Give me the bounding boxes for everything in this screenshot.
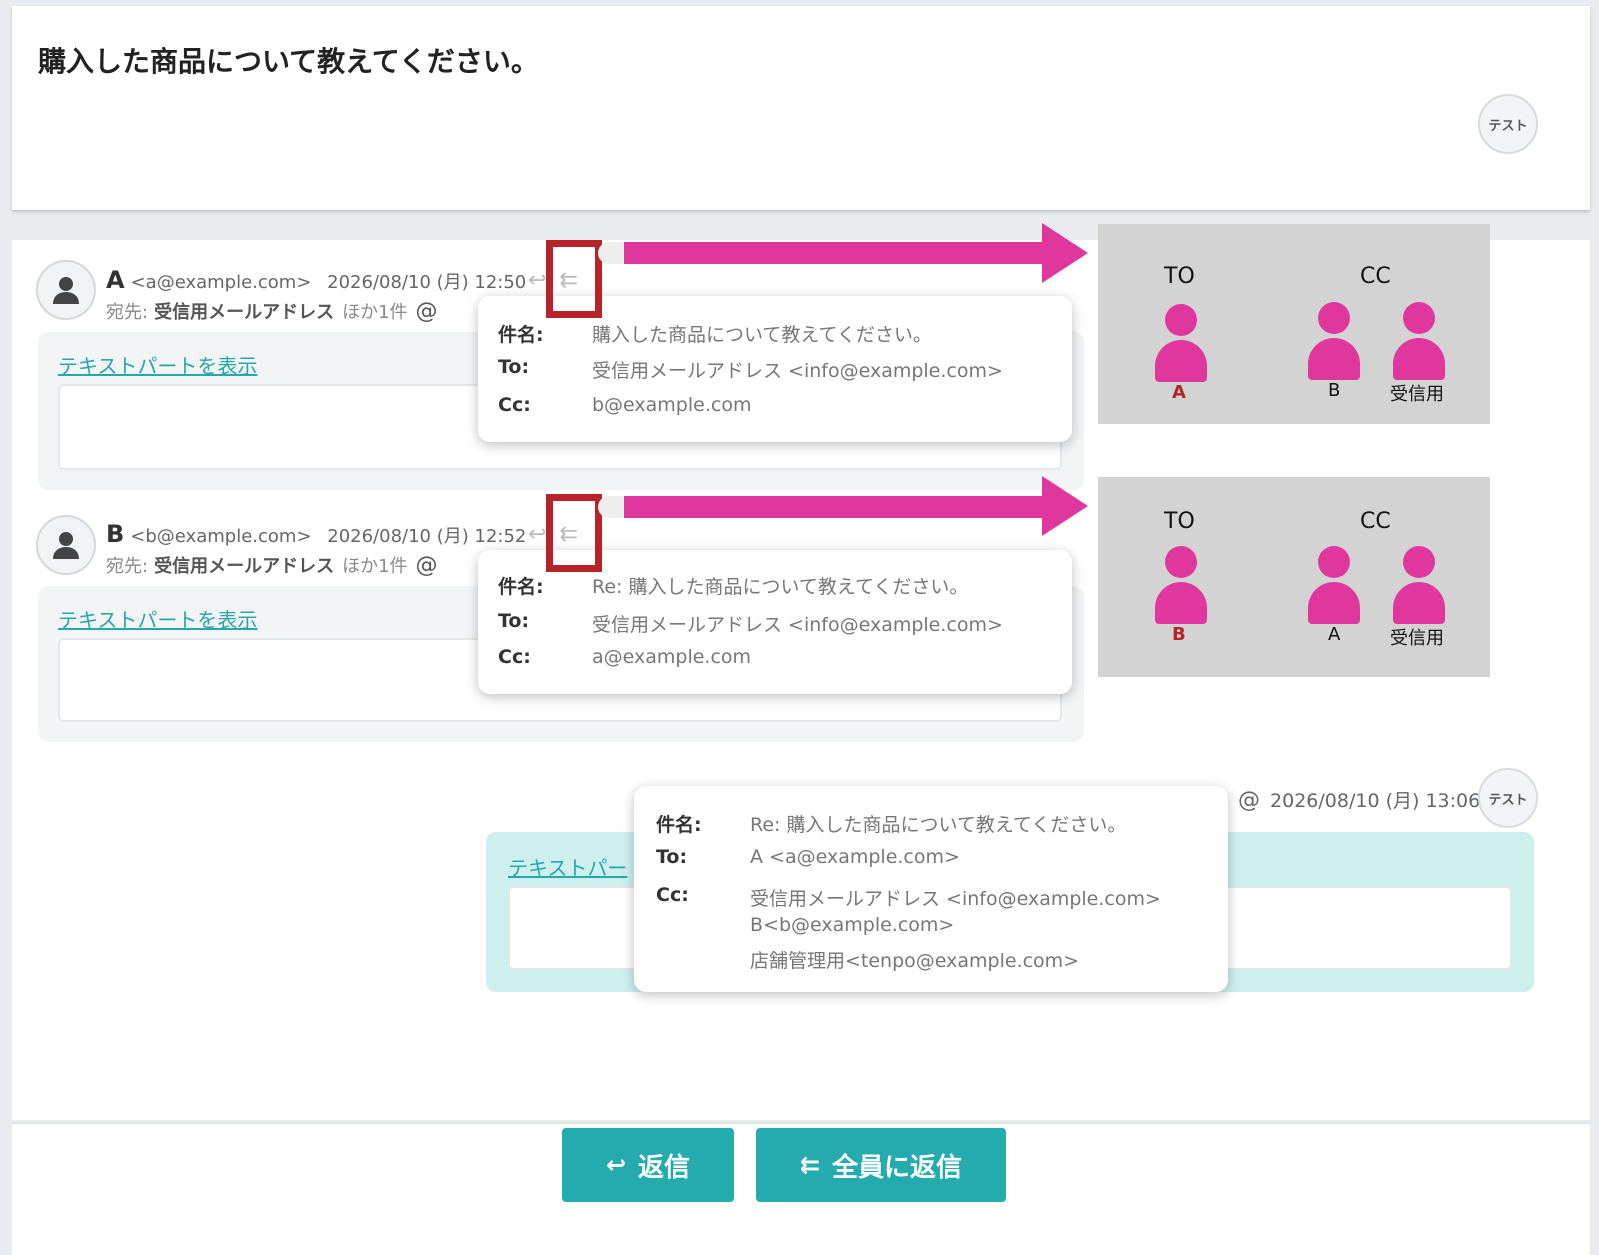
cc-header: CC bbox=[1360, 264, 1391, 289]
message-date: 2026/08/10 (月) 12:52 bbox=[327, 526, 527, 547]
to-label: To: bbox=[498, 356, 530, 378]
cc-value: a@example.com bbox=[592, 646, 752, 668]
subject-label: 件名: bbox=[656, 814, 702, 836]
arrow-head bbox=[1042, 223, 1088, 283]
highlight-frame bbox=[546, 494, 602, 572]
at-icon[interactable]: @ bbox=[416, 553, 438, 578]
subject-label: 件名: bbox=[498, 324, 544, 346]
person-icon bbox=[1308, 302, 1360, 380]
reply-button[interactable]: ↩ 返信 bbox=[562, 1128, 734, 1202]
subject-label: 件名: bbox=[498, 576, 544, 598]
own-message-meta: @ 2026/08/10 (月) 13:06 bbox=[1238, 786, 1480, 813]
person-icon bbox=[1393, 302, 1445, 380]
person-icon bbox=[1155, 546, 1207, 624]
sender-name: A bbox=[106, 266, 125, 294]
arrow-head bbox=[1042, 476, 1088, 536]
person-icon bbox=[1308, 546, 1360, 624]
to-value: 受信用メールアドレス <info@example.com> bbox=[592, 614, 1003, 636]
sender-email: <b@example.com> bbox=[130, 526, 312, 547]
recipient-name: 受信用メールアドレス bbox=[154, 302, 335, 323]
avatar bbox=[36, 260, 96, 320]
cc-value: B<b@example.com> bbox=[750, 914, 955, 936]
person-icon bbox=[1393, 546, 1445, 624]
avatar[interactable]: テスト bbox=[1478, 768, 1538, 828]
cc-value: 店舗管理用<tenpo@example.com> bbox=[750, 950, 1080, 972]
reply-icon: ↩ bbox=[605, 1151, 627, 1179]
user-icon bbox=[53, 532, 79, 559]
to-label: To: bbox=[498, 610, 530, 632]
recipient-prefix: 宛先: bbox=[106, 302, 149, 323]
sender-line: A <a@example.com> 2026/08/10 (月) 12:50 bbox=[106, 266, 526, 294]
recipient-name: 受信用メールアドレス bbox=[154, 556, 335, 577]
cc-person-label: 受信用 bbox=[1390, 384, 1444, 405]
to-value: 受信用メールアドレス <info@example.com> bbox=[592, 360, 1003, 382]
recipient-diagram: TO CC A B 受信用 bbox=[1098, 224, 1490, 424]
avatar bbox=[36, 515, 96, 575]
cc-label: Cc: bbox=[656, 884, 689, 906]
to-person-label: A bbox=[1172, 382, 1186, 403]
arrow-shaft bbox=[598, 242, 1044, 264]
recipient-diagram: TO CC B A 受信用 bbox=[1098, 477, 1490, 677]
to-label: To: bbox=[656, 846, 688, 868]
reply-button-label: 返信 bbox=[638, 1152, 691, 1183]
user-icon bbox=[53, 277, 79, 304]
at-icon[interactable]: @ bbox=[1238, 788, 1260, 813]
subject-value: Re: 購入した商品について教えてください。 bbox=[592, 576, 969, 598]
cc-header: CC bbox=[1360, 509, 1391, 534]
cc-person-label: B bbox=[1328, 380, 1341, 401]
cc-label: Cc: bbox=[498, 394, 531, 416]
subject-value: 購入した商品について教えてください。 bbox=[592, 324, 932, 346]
avatar[interactable]: テスト bbox=[1478, 94, 1538, 154]
sender-email: <a@example.com> bbox=[130, 272, 312, 293]
reply-icon[interactable]: ↩ bbox=[528, 268, 546, 293]
person-icon bbox=[1155, 304, 1207, 382]
cc-value: 受信用メールアドレス <info@example.com> bbox=[750, 888, 1161, 910]
reply-icon[interactable]: ↩ bbox=[528, 522, 546, 547]
message-date: 2026/08/10 (月) 12:50 bbox=[327, 272, 527, 293]
show-text-link[interactable]: テキストパートを表示 bbox=[58, 604, 257, 633]
highlight-frame bbox=[546, 240, 602, 318]
reply-all-button-label: 全員に返信 bbox=[832, 1152, 963, 1183]
message-date: 2026/08/10 (月) 13:06 bbox=[1270, 790, 1481, 812]
cc-label: Cc: bbox=[498, 646, 531, 668]
recipient-line[interactable]: 宛先: 受信用メールアドレス ほか1件 @ bbox=[106, 298, 438, 324]
reply-all-icon: ⇇ bbox=[799, 1151, 821, 1179]
subject-value: Re: 購入した商品について教えてください。 bbox=[750, 814, 1127, 836]
cc-value: b@example.com bbox=[592, 394, 752, 416]
to-person-label: B bbox=[1172, 624, 1186, 645]
recipient-more[interactable]: ほか1件 bbox=[342, 302, 407, 323]
sender-name: B bbox=[106, 520, 125, 548]
recipient-popup: 件名: Re: 購入した商品について教えてください。 To: A <a@exam… bbox=[634, 786, 1228, 992]
show-text-link[interactable]: テキストパートを表示 bbox=[58, 350, 257, 379]
cc-person-label: A bbox=[1328, 624, 1341, 645]
thread-header bbox=[12, 6, 1590, 210]
cc-person-label: 受信用 bbox=[1390, 628, 1444, 649]
recipient-line[interactable]: 宛先: 受信用メールアドレス ほか1件 @ bbox=[106, 552, 438, 578]
to-header: TO bbox=[1164, 509, 1195, 534]
show-text-link[interactable]: テキストパー bbox=[508, 852, 627, 881]
reply-all-button[interactable]: ⇇ 全員に返信 bbox=[756, 1128, 1006, 1202]
recipient-prefix: 宛先: bbox=[106, 556, 149, 577]
recipient-more[interactable]: ほか1件 bbox=[342, 556, 407, 577]
at-icon[interactable]: @ bbox=[416, 299, 438, 324]
page-title: 購入した商品について教えてください。 bbox=[38, 45, 539, 78]
to-header: TO bbox=[1164, 264, 1195, 289]
arrow-shaft bbox=[598, 496, 1044, 518]
sender-line: B <b@example.com> 2026/08/10 (月) 12:52 bbox=[106, 520, 526, 548]
to-value: A <a@example.com> bbox=[750, 846, 960, 868]
